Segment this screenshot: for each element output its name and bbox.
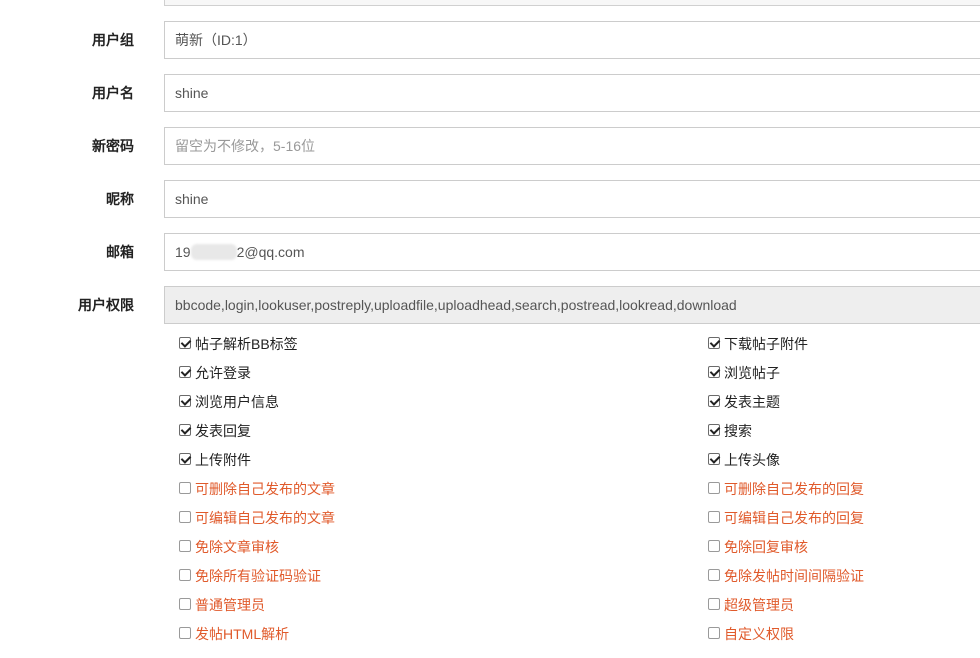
- permission-label: 下载帖子附件: [724, 336, 808, 352]
- permission-checkbox[interactable]: [179, 627, 191, 639]
- permissions-row: 用户权限 bbcode,login,lookuser,postreply,upl…: [0, 286, 980, 324]
- permission-checkbox[interactable]: [708, 627, 720, 639]
- permission-checkbox[interactable]: [708, 453, 720, 465]
- user-group-label: 用户组: [92, 32, 134, 48]
- permission-label: 可编辑自己发布的文章: [195, 510, 335, 526]
- permission-label: 浏览用户信息: [195, 394, 279, 410]
- permission-checkbox[interactable]: [179, 424, 191, 436]
- email-input[interactable]: 19 2@qq.com: [164, 233, 980, 271]
- email-suffix: 2@qq.com: [236, 244, 305, 260]
- password-row: 新密码 留空为不修改，5-16位: [0, 127, 980, 165]
- permission-checkbox[interactable]: [708, 540, 720, 552]
- nickname-input[interactable]: shine: [164, 180, 980, 218]
- permission-label: 上传头像: [724, 452, 780, 468]
- password-input[interactable]: 留空为不修改，5-16位: [164, 127, 980, 165]
- permission-checkbox[interactable]: [708, 569, 720, 581]
- user-group-row: 用户组 萌新（ID:1）: [0, 21, 980, 59]
- previous-field-edge: [164, 0, 980, 6]
- permission-label: 免除发帖时间间隔验证: [724, 568, 864, 584]
- nickname-row: 昵称 shine: [0, 180, 980, 218]
- permission-label: 免除回复审核: [724, 539, 808, 555]
- permission-label: 发表主题: [724, 394, 780, 410]
- permission-checkbox[interactable]: [179, 511, 191, 523]
- permission-label: 可编辑自己发布的回复: [724, 510, 864, 526]
- permissions-field: bbcode,login,lookuser,postreply,uploadfi…: [164, 286, 980, 324]
- email-row: 邮箱 19 2@qq.com: [0, 233, 980, 271]
- nickname-label: 昵称: [106, 191, 134, 207]
- permission-checkbox[interactable]: [179, 337, 191, 349]
- permission-label: 可删除自己发布的文章: [195, 481, 335, 497]
- permission-label: 免除文章审核: [195, 539, 279, 555]
- permission-label: 帖子解析BB标签: [195, 336, 298, 352]
- permission-checkbox[interactable]: [708, 511, 720, 523]
- permission-label: 可删除自己发布的回复: [724, 481, 864, 497]
- permission-checkbox[interactable]: [708, 337, 720, 349]
- email-prefix: 19: [175, 244, 191, 260]
- permission-checkbox[interactable]: [708, 424, 720, 436]
- user-group-select[interactable]: 萌新（ID:1）: [164, 21, 980, 59]
- permission-label: 搜索: [724, 423, 752, 439]
- permission-label: 自定义权限: [724, 626, 794, 642]
- permission-checkbox[interactable]: [179, 540, 191, 552]
- permission-label: 上传附件: [195, 452, 251, 468]
- permission-checkbox[interactable]: [708, 482, 720, 494]
- username-input[interactable]: shine: [164, 74, 980, 112]
- permission-label: 超级管理员: [724, 597, 794, 613]
- username-label: 用户名: [92, 85, 134, 101]
- permission-checkbox[interactable]: [179, 395, 191, 407]
- password-label: 新密码: [92, 138, 134, 154]
- permission-checkbox[interactable]: [708, 598, 720, 610]
- permission-checkbox[interactable]: [708, 395, 720, 407]
- permission-label: 发帖HTML解析: [195, 626, 290, 642]
- permission-checkbox[interactable]: [179, 366, 191, 378]
- permission-label: 允许登录: [195, 365, 251, 381]
- permission-checkbox[interactable]: [179, 453, 191, 465]
- permission-label: 浏览帖子: [724, 365, 780, 381]
- permission-checkbox[interactable]: [179, 482, 191, 494]
- permission-checkbox[interactable]: [179, 569, 191, 581]
- username-row: 用户名 shine: [0, 74, 980, 112]
- redaction-blur: [190, 244, 237, 260]
- permission-checkbox[interactable]: [179, 598, 191, 610]
- permission-label: 发表回复: [195, 423, 251, 439]
- permission-label: 免除所有验证码验证: [195, 568, 321, 584]
- email-label: 邮箱: [106, 244, 134, 260]
- permission-label: 普通管理员: [195, 597, 265, 613]
- permissions-label: 用户权限: [78, 297, 134, 313]
- permission-checkbox[interactable]: [708, 366, 720, 378]
